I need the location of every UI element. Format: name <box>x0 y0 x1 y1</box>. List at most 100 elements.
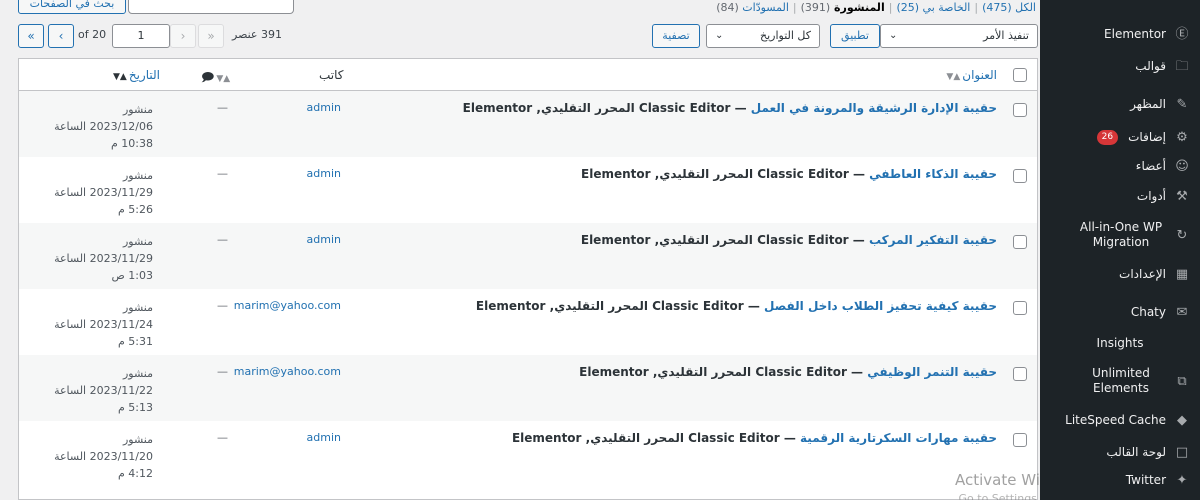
comment-count: — <box>217 365 228 378</box>
sidebar-item-7[interactable]: ▦ الإعدادات <box>1040 266 1200 282</box>
unlimited-elements-icon: ⧉ <box>1177 373 1187 389</box>
sidebar-item-label: أعضاء <box>1135 158 1166 173</box>
comments-column-header[interactable]: ▲▼🗩 <box>201 68 232 89</box>
sidebar-item-4[interactable]: ☺ أعضاء <box>1040 158 1200 174</box>
post-title-link[interactable]: حقيبة الإدارة الرشيقة والمرونة في العمل <box>751 101 997 115</box>
search-input[interactable] <box>128 0 294 14</box>
sidebar-item-0[interactable]: Ⓔ Elementor <box>1040 26 1200 42</box>
post-date-cell: منشور 2023/11/20 الساعة 4:12 م <box>53 431 153 482</box>
post-date-cell: منشور 2023/12/06 الساعة 10:38 م <box>53 101 153 152</box>
comment-bubble-icon: 🗩 <box>201 70 215 84</box>
separator: | <box>792 1 797 14</box>
sidebar-item-label: أدوات <box>1136 188 1166 203</box>
table-header: العنوان▲▼ كاتب ▲▼🗩 التاريخ▲▼ <box>19 59 1037 91</box>
view-all-link[interactable]: الكل (475) <box>982 0 1036 16</box>
sidebar-item-label: Insights <box>1096 336 1144 350</box>
post-time: 1:03 ص <box>111 269 154 282</box>
current-page-input[interactable]: 1 <box>112 24 170 48</box>
post-author-link[interactable]: admin <box>241 431 341 444</box>
post-title-cell: حقيبة مهارات السكرتارية الرقمية — Classi… <box>512 431 997 445</box>
row-checkbox[interactable] <box>1013 103 1027 117</box>
brush-icon: ✎ <box>1176 96 1188 112</box>
posts-screen: بحث في الصفحات الكل (475) | الخاصة بي (2… <box>0 0 1152 500</box>
migration-icon: ↻ <box>1176 227 1188 243</box>
sidebar-item-5[interactable]: ⚒ أدوات <box>1040 188 1200 204</box>
sidebar-item-13[interactable]: ✦ Twitter <box>1040 472 1200 488</box>
comment-count: — <box>217 233 228 246</box>
sidebar-item-2[interactable]: ✎ المظهر <box>1040 96 1200 112</box>
post-state: — Classic Editor المحرر التقليدي, Elemen… <box>580 233 869 247</box>
separator: | <box>888 1 893 14</box>
search-pages-button[interactable]: بحث في الصفحات <box>18 0 126 14</box>
sidebar-item-6[interactable]: ↻ All-in-One WP Migration <box>1040 220 1200 250</box>
user-icon: ☺ <box>1175 158 1189 174</box>
post-state: — Classic Editor المحرر التقليدي, Elemen… <box>581 167 870 181</box>
comment-count: — <box>217 431 228 444</box>
sidebar-item-9[interactable]: Insights <box>1040 336 1200 351</box>
filter-button[interactable]: تصفية <box>652 24 700 48</box>
row-checkbox[interactable] <box>1013 235 1027 249</box>
sidebar-item-label: LiteSpeed Cache <box>1065 412 1166 427</box>
prev-page-button[interactable]: ‹ <box>170 24 196 48</box>
post-state: — Classic Editor المحرر التقليدي, Elemen… <box>475 299 764 313</box>
table-row: حقيبة مهارات السكرتارية الرقمية — Classi… <box>19 421 1037 487</box>
update-count-badge: 26 <box>1096 129 1119 145</box>
post-date: 2023/11/29 الساعة <box>54 186 153 199</box>
settings-icon: ▦ <box>1175 266 1189 282</box>
twitter-icon: ✦ <box>1176 472 1188 488</box>
post-title-cell: حقيبة التنمر الوظيفي — Classic Editor ال… <box>579 365 997 379</box>
sidebar-item-10[interactable]: ⧉ Unlimited Elements <box>1040 366 1200 396</box>
row-checkbox[interactable] <box>1013 301 1027 315</box>
post-state: — Classic Editor المحرر التقليدي, Elemen… <box>579 365 868 379</box>
post-title-link[interactable]: حقيبة التفكير المركب <box>869 233 997 247</box>
post-date-cell: منشور 2023/11/29 الساعة 1:03 ص <box>53 233 153 284</box>
row-checkbox[interactable] <box>1013 169 1027 183</box>
post-author-link[interactable]: admin <box>241 233 341 246</box>
select-all-checkbox[interactable] <box>1013 68 1027 82</box>
post-author-link[interactable]: admin <box>241 167 341 180</box>
post-status: منشور <box>122 367 153 380</box>
post-author-link[interactable]: marim@yahoo.com <box>234 299 341 312</box>
apply-button[interactable]: تطبيق <box>830 24 880 48</box>
post-author-link[interactable]: admin <box>241 101 341 114</box>
first-page-button[interactable]: « <box>198 24 224 48</box>
row-checkbox[interactable] <box>1013 367 1027 381</box>
view-published-link[interactable]: المنشورة (391) <box>801 0 885 16</box>
post-title-link[interactable]: حقيبة الذكاء العاطفي <box>869 167 997 181</box>
row-checkbox[interactable] <box>1013 433 1027 447</box>
title-column-header[interactable]: العنوان▲▼ <box>944 68 997 82</box>
sidebar-item-11[interactable]: ◆ LiteSpeed Cache <box>1040 412 1200 428</box>
sidebar-item-8[interactable]: ✉ Chaty <box>1040 304 1200 320</box>
sidebar-item-12[interactable]: □ لوحة القالب <box>1040 444 1200 460</box>
sort-icon: ▲▼ <box>216 74 231 84</box>
date-filter-select[interactable]: كل التواريخ ⌄ <box>706 24 820 48</box>
post-status: منشور <box>122 433 153 446</box>
posts-table: العنوان▲▼ كاتب ▲▼🗩 التاريخ▲▼ حقيبة الإدا… <box>18 58 1038 500</box>
page-total: of 20 <box>78 28 107 41</box>
sidebar-item-1[interactable]: 🗀 قوالب <box>1040 58 1200 74</box>
post-date: 2023/12/06 الساعة <box>54 120 153 133</box>
view-drafts-link[interactable]: المسودّات (84) <box>716 0 789 16</box>
view-filters: الكل (475) | الخاصة بي (25) | المنشورة (… <box>716 0 1036 16</box>
last-page-button[interactable]: » <box>18 24 44 48</box>
bulk-action-select[interactable]: تنفيذ الأمر ⌄ <box>880 24 1038 48</box>
item-count: 391 عنصر <box>232 28 282 41</box>
post-author-link[interactable]: marim@yahoo.com <box>234 365 341 378</box>
view-mine-link[interactable]: الخاصة بي (25) <box>896 0 970 16</box>
post-time: 5:13 م <box>117 401 153 414</box>
table-row: حقيبة التنمر الوظيفي — Classic Editor ال… <box>19 355 1037 421</box>
sidebar-item-label: المظهر <box>1130 96 1166 111</box>
post-title-link[interactable]: حقيبة التنمر الوظيفي <box>867 365 997 379</box>
comment-count: — <box>217 101 228 114</box>
next-page-button[interactable]: › <box>48 24 74 48</box>
post-status: منشور <box>122 169 153 182</box>
wrench-icon: ⚒ <box>1176 188 1188 204</box>
date-column-header[interactable]: التاريخ▲▼ <box>111 68 160 82</box>
sidebar-item-3[interactable]: ⚙ إضافات 26 <box>1040 129 1200 145</box>
post-title-link[interactable]: حقيبة مهارات السكرتارية الرقمية <box>800 431 997 445</box>
post-title-link[interactable]: حقيبة كيفية تحفيز الطلاب داخل الفصل <box>764 299 997 313</box>
post-title-cell: حقيبة التفكير المركب — Classic Editor ال… <box>581 233 997 247</box>
post-title-cell: حقيبة الإدارة الرشيقة والمرونة في العمل … <box>463 101 997 115</box>
sidebar-item-label: إضافات <box>1128 129 1166 144</box>
plugin-icon: ⚙ <box>1176 129 1188 145</box>
